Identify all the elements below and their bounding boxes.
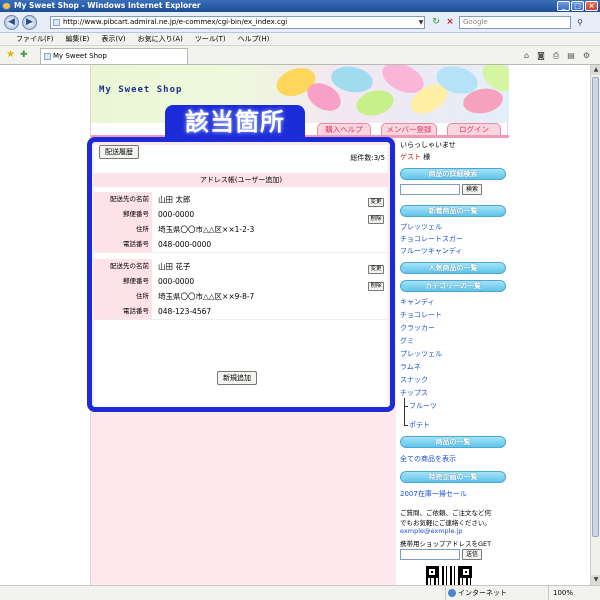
- shop-title[interactable]: My Sweet Shop: [99, 85, 182, 95]
- sidebar-product-search-header[interactable]: 商品の詳細検索: [400, 168, 506, 180]
- sidebar-search-button[interactable]: 検索: [462, 184, 482, 195]
- tools-menu-icon[interactable]: ⚙: [583, 51, 590, 61]
- contact-email-link[interactable]: exmple@exmple.jp: [400, 527, 463, 535]
- tab-label: My Sweet Shop: [53, 52, 107, 60]
- back-button[interactable]: ◀: [4, 15, 19, 30]
- scroll-up-icon[interactable]: ▲: [591, 65, 600, 75]
- mobile-email-input[interactable]: [400, 549, 460, 560]
- zoom-level: 100%: [553, 589, 574, 597]
- vertical-scrollbar[interactable]: ▲ ▼: [590, 65, 600, 585]
- menu-bar: ファイル(F) 編集(E) 表示(V) お気に入り(A) ツール(T) ヘルプ(…: [0, 33, 600, 46]
- favorites-star-icon[interactable]: ★: [6, 50, 15, 60]
- highlight-frame: [87, 137, 395, 412]
- guest-suffix: 様: [423, 153, 431, 161]
- new-item-link[interactable]: プレッツェル: [400, 222, 442, 232]
- contact-note: でもお気軽にご連絡ください。: [400, 519, 491, 527]
- scroll-down-icon[interactable]: ▼: [591, 575, 600, 585]
- address-dropdown-icon[interactable]: ▼: [417, 17, 425, 28]
- address-toolbar: ◀ ▶ http://www.pibcart.admiral.ne.jp/e-c…: [0, 12, 600, 33]
- status-bar: インターネット 100%: [0, 585, 600, 600]
- address-text: http://www.pibcart.admiral.ne.jp/e-comme…: [63, 18, 288, 26]
- forward-button[interactable]: ▶: [22, 15, 37, 30]
- new-item-link[interactable]: チョコレートスガー: [400, 234, 463, 244]
- menu-help[interactable]: ヘルプ(H): [232, 33, 276, 45]
- sidebar-category-header[interactable]: カテゴリーの一覧: [400, 280, 506, 292]
- zone-label: インターネット: [458, 589, 507, 597]
- print-icon[interactable]: ⎙: [553, 51, 559, 61]
- category-link[interactable]: プレッツェル: [400, 349, 442, 359]
- category-link[interactable]: チップス: [400, 388, 428, 398]
- all-products-link[interactable]: 全ての商品を表示: [400, 454, 456, 464]
- tab-page-icon: [44, 53, 51, 60]
- mobile-send-button[interactable]: 送信: [462, 549, 482, 560]
- category-link[interactable]: スナック: [400, 375, 428, 385]
- menu-tools[interactable]: ツール(T): [189, 33, 232, 45]
- menu-favorites[interactable]: お気に入り(A): [132, 33, 189, 45]
- tab-bar: ★ ✚ My Sweet Shop ⌂ ◙ ⎙ ▤ ⚙: [0, 46, 600, 65]
- refresh-icon[interactable]: ↻: [430, 16, 442, 29]
- sidebar-popular-header[interactable]: 人気商品の一覧: [400, 262, 506, 274]
- mobile-address-label: 携帯用ショップアドレスをGET: [400, 540, 492, 548]
- window-controls: _ □ ×: [557, 1, 598, 11]
- window-titlebar: My Sweet Shop - Windows Internet Explore…: [0, 0, 600, 12]
- page-viewport: My Sweet Shop 会 購入ヘルプ メンバー登録 ログイン いらっしゃい…: [0, 65, 590, 585]
- guest-name[interactable]: ゲスト: [400, 153, 421, 161]
- category-link[interactable]: グミ: [400, 336, 414, 346]
- address-input[interactable]: http://www.pibcart.admiral.ne.jp/e-comme…: [50, 16, 425, 29]
- minimize-button[interactable]: _: [557, 1, 570, 11]
- ie-logo-icon: [2, 2, 11, 10]
- qr-finder-pattern: [460, 566, 472, 578]
- qr-finder-pattern: [426, 566, 438, 578]
- tab-my-sweet-shop[interactable]: My Sweet Shop: [40, 48, 188, 64]
- feeds-icon[interactable]: ◙: [537, 51, 545, 61]
- subcategory-link[interactable]: フルーツ: [409, 401, 437, 411]
- stop-icon[interactable]: ×: [444, 16, 456, 29]
- qr-code-image: [426, 566, 472, 585]
- guest-greeting: ゲスト 様: [400, 152, 430, 162]
- special-sale-link[interactable]: 2007在庫一掃セール: [400, 489, 467, 499]
- tree-branch: [404, 425, 408, 426]
- window-title: My Sweet Shop - Windows Internet Explore…: [14, 1, 201, 10]
- sidebar-special-header[interactable]: 特売企画の一覧: [400, 471, 506, 483]
- globe-icon: [448, 589, 456, 597]
- highlight-label: 該当箇所: [165, 105, 305, 139]
- category-link[interactable]: クラッカー: [400, 323, 435, 333]
- sidebar-search-input[interactable]: [400, 184, 460, 195]
- subcategory-link[interactable]: ポテト: [409, 420, 430, 430]
- welcome-text: いらっしゃいませ: [400, 141, 456, 149]
- maximize-button[interactable]: □: [571, 1, 584, 11]
- page-icon: [53, 19, 60, 26]
- scroll-thumb[interactable]: [592, 77, 599, 537]
- search-icon[interactable]: ⚲: [573, 16, 587, 29]
- new-item-link[interactable]: フルーツキャンディ: [400, 246, 462, 256]
- contact-note: ご質問、ご依頼、ご注文など何: [400, 509, 491, 517]
- zoom-control[interactable]: 100%: [548, 586, 573, 600]
- sidebar: いらっしゃいませ ゲスト 様 商品の詳細検索 検索 新着商品の一覧 プレッツェル…: [398, 138, 509, 585]
- menu-edit[interactable]: 編集(E): [60, 33, 96, 45]
- menu-view[interactable]: 表示(V): [95, 33, 131, 45]
- tree-branch: [404, 398, 405, 426]
- category-link[interactable]: ラムネ: [400, 362, 421, 372]
- add-favorite-icon[interactable]: ✚: [20, 50, 28, 60]
- category-link[interactable]: キャンディ: [400, 297, 435, 307]
- menu-file[interactable]: ファイル(F): [10, 33, 60, 45]
- sidebar-products-header[interactable]: 商品の一覧: [400, 436, 506, 448]
- sidebar-new-items-header[interactable]: 新着商品の一覧: [400, 205, 506, 217]
- security-zone: インターネット: [445, 586, 507, 600]
- search-input[interactable]: Google: [459, 16, 571, 29]
- close-button[interactable]: ×: [585, 1, 598, 11]
- category-link[interactable]: チョコレート: [400, 310, 442, 320]
- page-menu-icon[interactable]: ▤: [567, 51, 575, 61]
- command-bar: ⌂ ◙ ⎙ ▤ ⚙: [524, 51, 590, 61]
- tree-branch: [404, 406, 408, 407]
- home-icon[interactable]: ⌂: [524, 51, 529, 61]
